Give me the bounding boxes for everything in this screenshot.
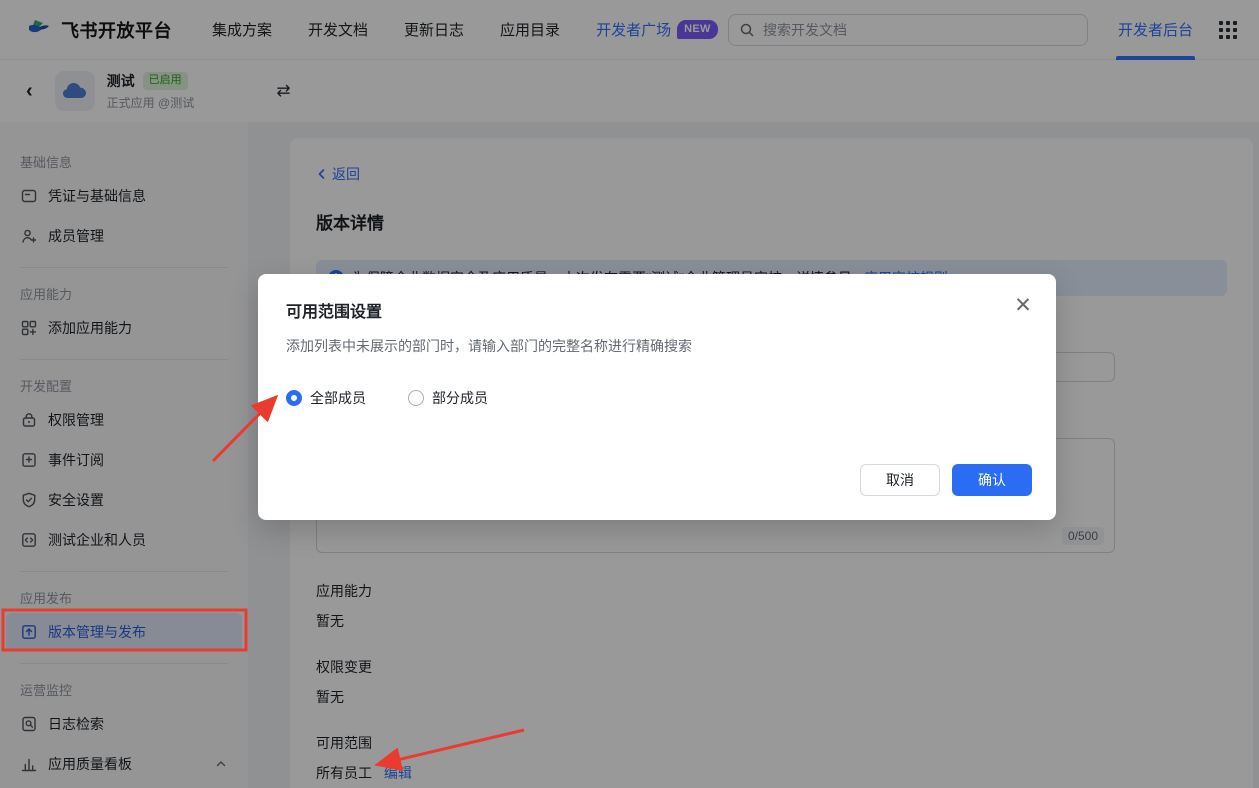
- radio-all-members[interactable]: 全部成员: [286, 388, 366, 408]
- scope-radio-group: 全部成员 部分成员: [286, 388, 1028, 408]
- availability-modal: 可用范围设置 ✕ 添加列表中未展示的部门时，请输入部门的完整名称进行精确搜索 全…: [258, 274, 1056, 520]
- modal-description: 添加列表中未展示的部门时，请输入部门的完整名称进行精确搜索: [286, 336, 1028, 356]
- radio-partial-members[interactable]: 部分成员: [408, 388, 488, 408]
- cancel-button[interactable]: 取消: [860, 464, 940, 496]
- modal-footer: 取消 确认: [860, 464, 1032, 496]
- modal-title: 可用范围设置: [286, 298, 1028, 322]
- radio-label: 部分成员: [432, 388, 488, 408]
- radio-selected-icon: [286, 390, 302, 406]
- close-icon[interactable]: ✕: [1010, 292, 1036, 318]
- radio-unselected-icon: [408, 390, 424, 406]
- screen: 飞书开放平台 集成方案 开发文档 更新日志 应用目录 开发者广场 NEW 开发者…: [0, 0, 1259, 788]
- confirm-button[interactable]: 确认: [952, 464, 1032, 496]
- radio-label: 全部成员: [310, 388, 366, 408]
